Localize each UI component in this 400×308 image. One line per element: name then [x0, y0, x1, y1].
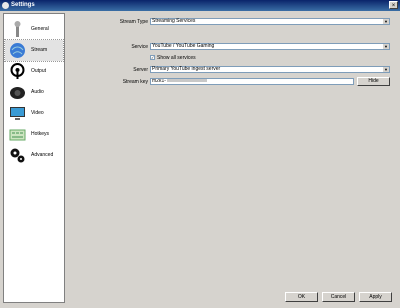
- monitor-icon: [10, 107, 25, 120]
- chevron-down-icon: ▼: [383, 19, 389, 24]
- service-label: Service: [131, 44, 148, 50]
- server-select[interactable]: Primary YouTube ingest server ▼: [150, 66, 390, 73]
- sidebar-item-label: Stream: [31, 47, 48, 53]
- apply-button[interactable]: Apply: [359, 292, 392, 302]
- server-label: Server: [133, 67, 148, 73]
- hide-key-button[interactable]: Hide: [357, 77, 390, 86]
- stream-key-input[interactable]: m2k1-: [150, 78, 354, 85]
- sidebar-item-label: General: [31, 26, 49, 32]
- window-title: Settings: [11, 2, 35, 8]
- sidebar-item-label: Advanced: [31, 152, 54, 158]
- sidebar-item-stream[interactable]: Stream: [4, 39, 64, 62]
- globe-icon: [10, 43, 25, 58]
- sidebar-item-hotkeys[interactable]: Hotkeys: [5, 124, 63, 145]
- sidebar-item-general[interactable]: General: [5, 19, 63, 40]
- service-value: YouTube / YouTube Gaming: [152, 43, 215, 49]
- cancel-button[interactable]: Cancel: [322, 292, 355, 302]
- broadcast-icon: [10, 63, 25, 79]
- sidebar-item-label: Output: [31, 68, 47, 74]
- service-select[interactable]: YouTube / YouTube Gaming ▼: [150, 43, 390, 50]
- ok-button[interactable]: OK: [285, 292, 318, 302]
- stream-type-select[interactable]: Streaming Services ▼: [150, 18, 390, 25]
- sidebar-item-label: Hotkeys: [31, 131, 50, 137]
- sidebar-item-label: Audio: [31, 89, 44, 95]
- stream-type-value: Streaming Services: [152, 18, 196, 24]
- server-value: Primary YouTube ingest server: [152, 66, 221, 72]
- sidebar-item-label: Video: [31, 110, 44, 116]
- stream-type-label: Stream Type: [119, 19, 148, 25]
- chevron-down-icon: ▼: [383, 44, 389, 49]
- show-all-services-label: Show all services: [157, 55, 196, 61]
- app-icon: [2, 2, 9, 9]
- settings-sidebar: General Stream Output Audio Video Hotkey…: [3, 13, 65, 303]
- sidebar-item-video[interactable]: Video: [5, 103, 63, 124]
- show-all-services-checkbox[interactable]: ✓: [150, 55, 155, 60]
- title-bar: Settings ×: [0, 0, 400, 11]
- keyboard-icon: [9, 129, 26, 141]
- gears-icon: [10, 148, 25, 163]
- chevron-down-icon: ▼: [383, 67, 389, 72]
- speaker-icon: [10, 87, 25, 99]
- close-button[interactable]: ×: [389, 1, 398, 9]
- sidebar-item-advanced[interactable]: Advanced: [5, 145, 63, 166]
- stream-key-value: m2k1-: [152, 78, 166, 84]
- stream-key-label: Stream key: [122, 79, 148, 85]
- sidebar-item-audio[interactable]: Audio: [5, 82, 63, 103]
- wrench-icon: [14, 21, 21, 37]
- sidebar-item-output[interactable]: Output: [5, 61, 63, 82]
- blurred-key: [167, 79, 208, 83]
